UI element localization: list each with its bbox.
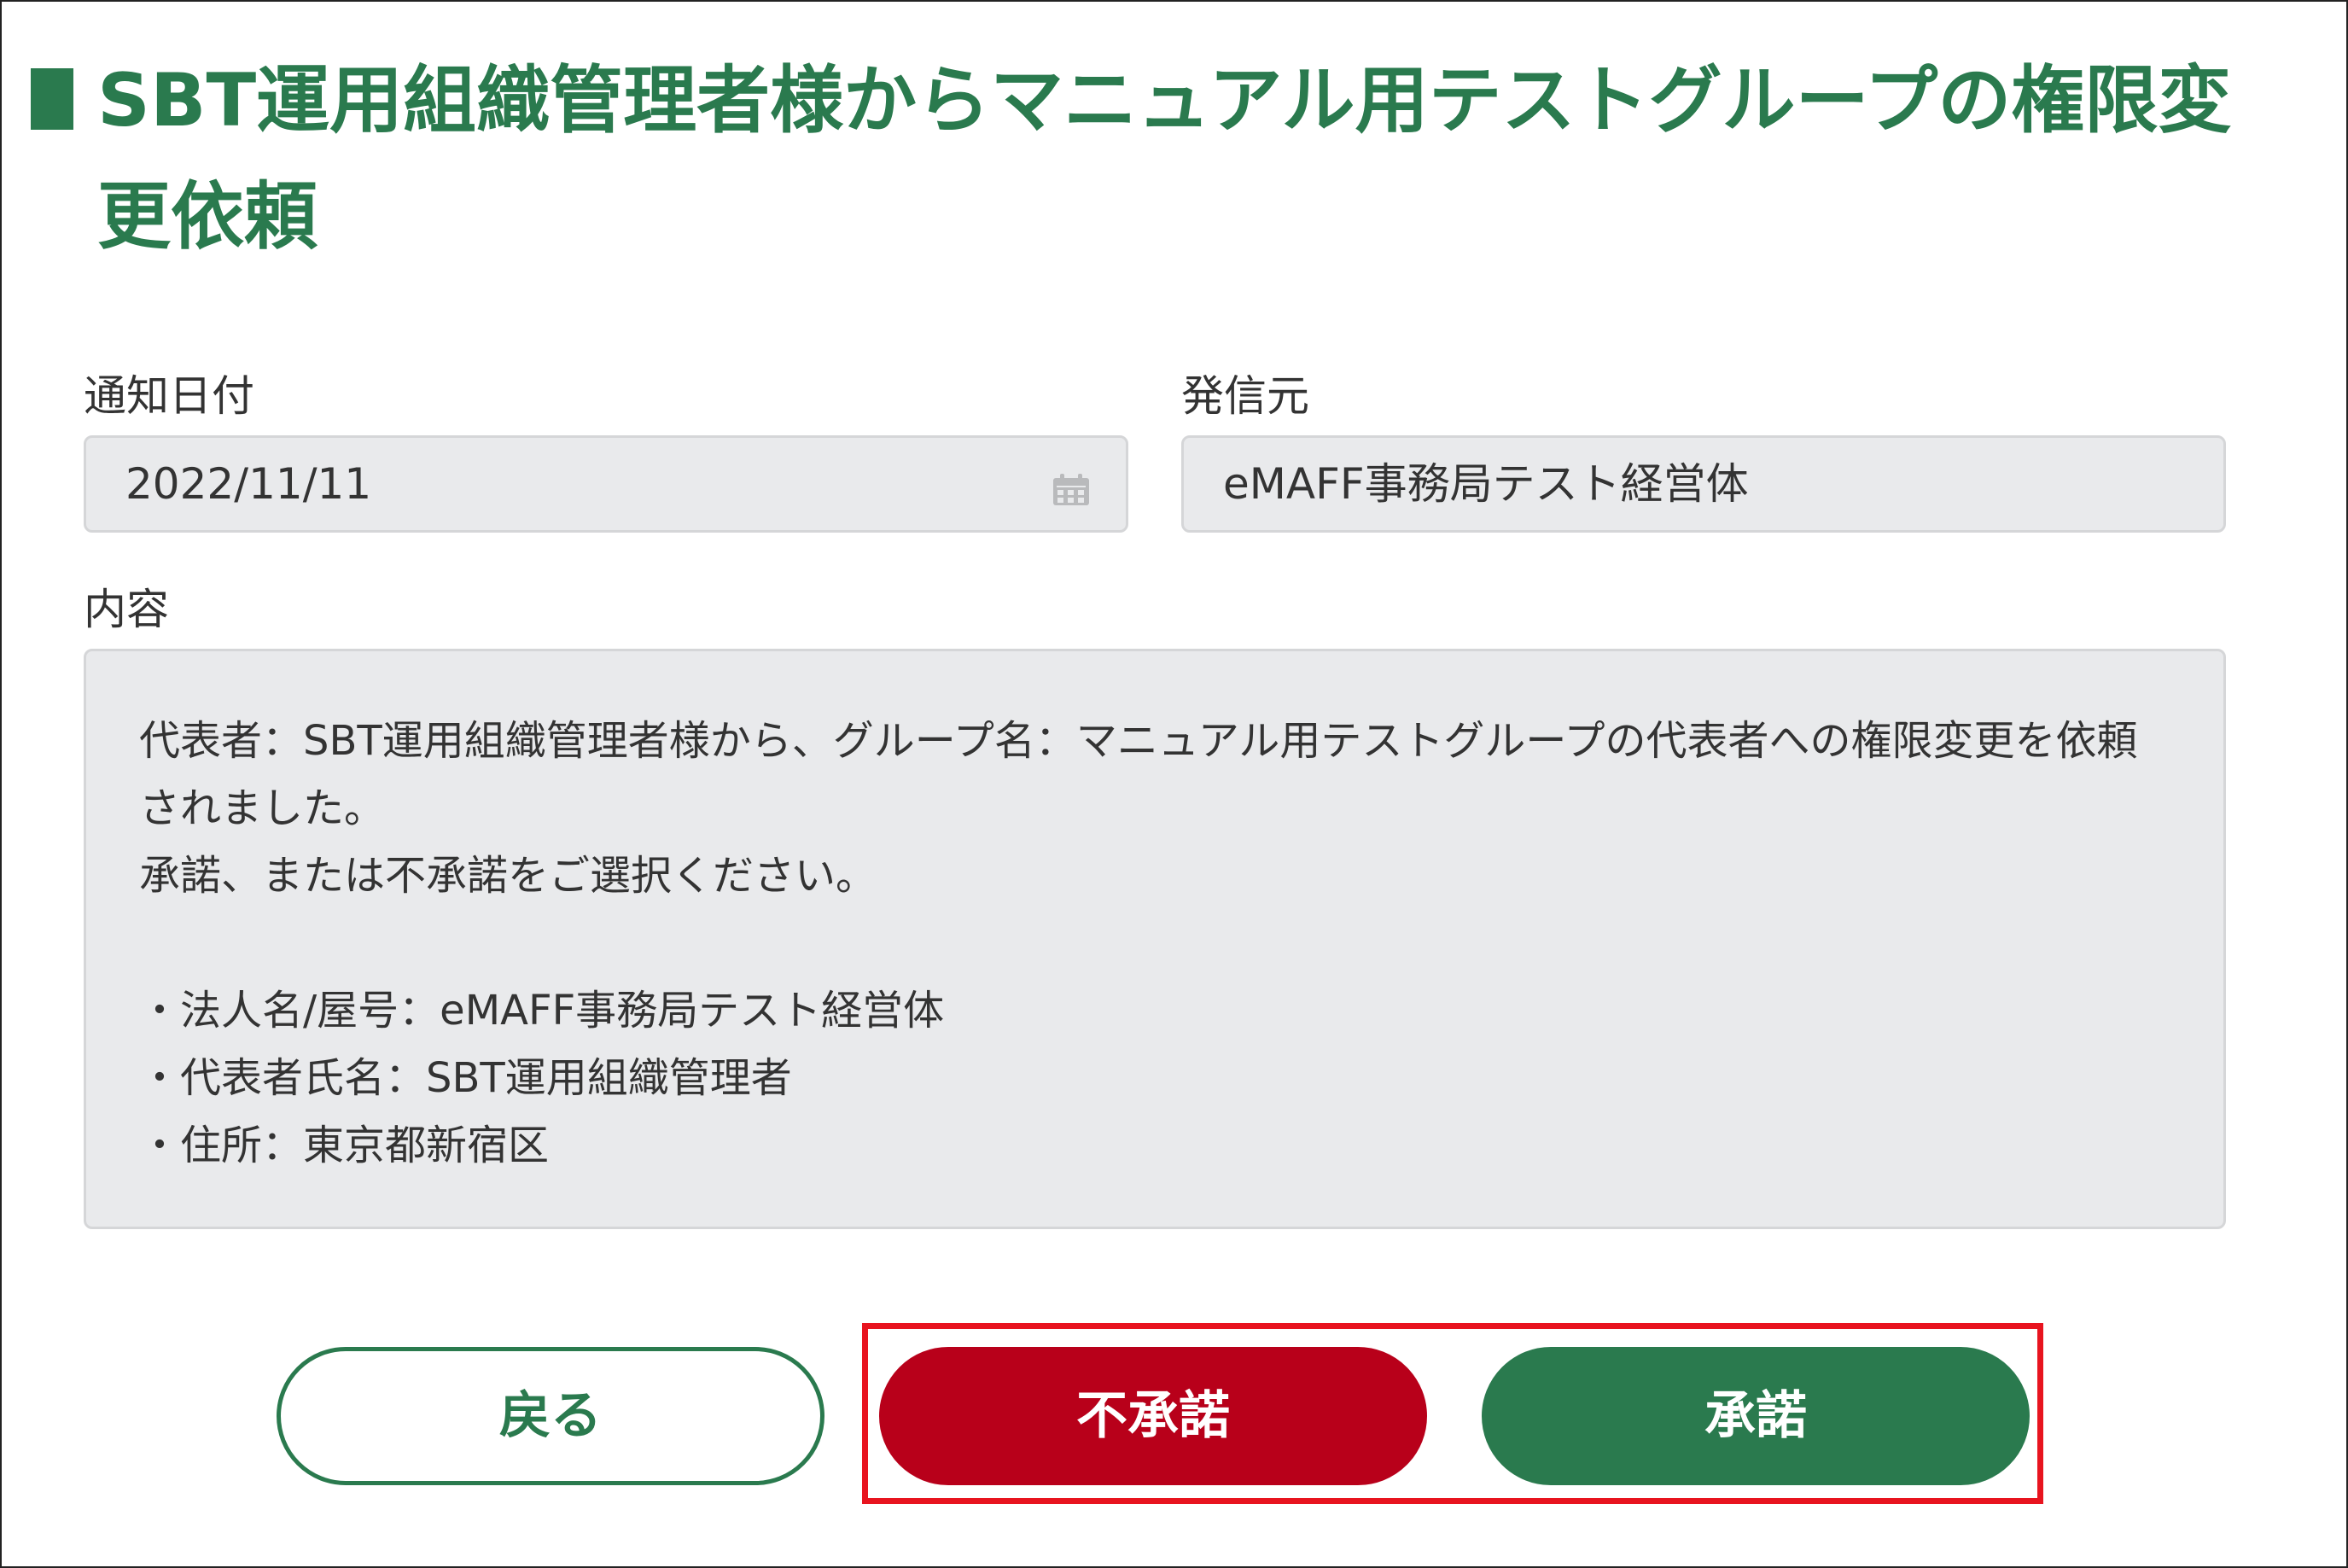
content-label: 内容 <box>84 585 169 634</box>
back-button[interactable]: 戻る <box>277 1347 824 1485</box>
sender-label: 発信元 <box>1181 371 1309 421</box>
sender-value: eMAFF事務局テスト経営体 <box>1223 459 1749 509</box>
calendar-icon[interactable] <box>1052 474 1090 506</box>
content-blank-line <box>139 910 2172 977</box>
content-line: 承諾、または不承諾をご選択ください。 <box>139 852 877 900</box>
dialog-frame: SBT運用組織管理者様からマニュアル用テストグループの権限変更依頼 通知日付 2… <box>0 0 2348 1568</box>
title-accent-bar <box>31 68 73 130</box>
action-highlight-box <box>862 1323 2043 1504</box>
content-box: 代表者：SBT運用組織管理者様から、グループ名：マニュアル用テストグループの代表… <box>84 649 2226 1229</box>
content-line: ・法人名/屋号：eMAFF事務局テスト経営体 <box>139 987 945 1035</box>
page-title: SBT運用組織管理者様からマニュアル用テストグループの権限変更依頼 <box>97 58 2232 259</box>
notify-date-field[interactable]: 2022/11/11 <box>84 435 1128 533</box>
notify-date-value: 2022/11/11 <box>125 459 372 509</box>
content-line: ・代表者氏名：SBT運用組織管理者 <box>139 1054 792 1102</box>
content-line: ・住所：東京都新宿区 <box>139 1122 550 1169</box>
sender-field: eMAFF事務局テスト経営体 <box>1181 435 2226 533</box>
content-line: 代表者：SBT運用組織管理者様から、グループ名：マニュアル用テストグループの代表… <box>139 717 2138 832</box>
notify-date-label: 通知日付 <box>84 371 254 421</box>
